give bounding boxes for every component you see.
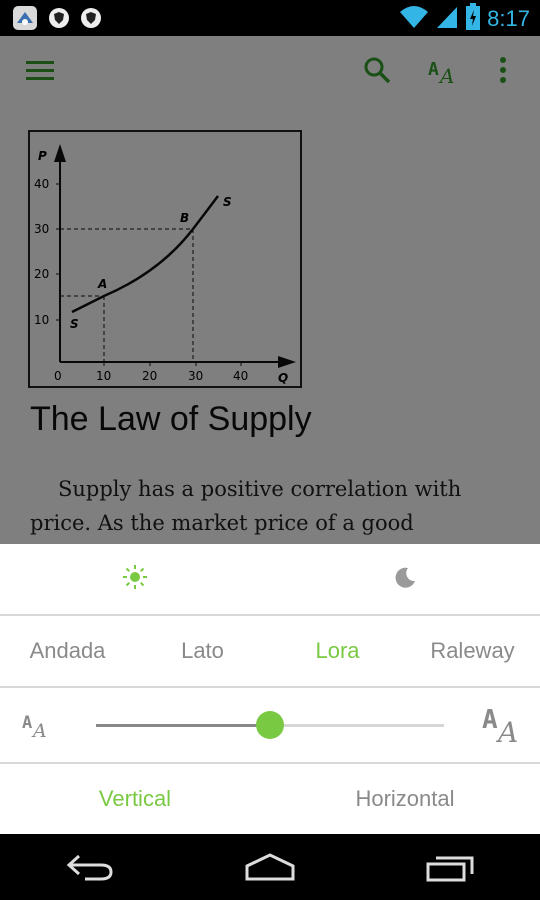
font-option-lora[interactable]: Lora xyxy=(270,638,405,664)
layout-option-vertical[interactable]: Vertical xyxy=(0,786,270,812)
text-size-slider-thumb[interactable] xyxy=(256,711,284,739)
status-time: 8:17 xyxy=(487,6,530,31)
svg-text:A: A xyxy=(22,713,32,733)
text-size-slider[interactable] xyxy=(96,711,444,739)
shield-icon xyxy=(80,7,102,33)
night-theme-option[interactable] xyxy=(270,544,540,614)
moon-icon xyxy=(393,565,417,593)
back-icon[interactable] xyxy=(45,842,135,892)
day-theme-option[interactable] xyxy=(0,544,270,614)
reader-page: AA P Q 40 30 20 10 0 10 20 30 xyxy=(0,36,540,834)
text-size-row: AA AA xyxy=(0,688,540,762)
shield-icon xyxy=(48,7,70,33)
wifi-icon xyxy=(399,4,429,34)
status-bar: 8:17 xyxy=(0,0,540,36)
font-option-raleway[interactable]: Raleway xyxy=(405,638,540,664)
small-text-size-icon[interactable]: AA xyxy=(22,708,52,744)
app-icon xyxy=(12,5,38,35)
svg-text:A: A xyxy=(495,716,518,746)
font-option-lato[interactable]: Lato xyxy=(135,638,270,664)
svg-text:A: A xyxy=(31,720,47,740)
layout-option-horizontal[interactable]: Horizontal xyxy=(270,786,540,812)
font-option-andada[interactable]: Andada xyxy=(0,638,135,664)
signal-icon xyxy=(435,4,459,34)
reading-settings-panel: Andada Lato Lora Raleway AA AA Vertical … xyxy=(0,544,540,834)
layout-row: Vertical Horizontal xyxy=(0,764,540,834)
svg-text:A: A xyxy=(482,705,498,735)
text-size-slider-fill xyxy=(96,724,270,727)
navigation-bar xyxy=(0,834,540,900)
theme-row xyxy=(0,544,540,614)
battery-charging-icon xyxy=(465,3,481,35)
sun-icon xyxy=(122,564,148,594)
font-row: Andada Lato Lora Raleway xyxy=(0,616,540,686)
recent-apps-icon[interactable] xyxy=(405,842,495,892)
large-text-size-icon[interactable]: AA xyxy=(482,700,526,750)
home-icon[interactable] xyxy=(225,842,315,892)
